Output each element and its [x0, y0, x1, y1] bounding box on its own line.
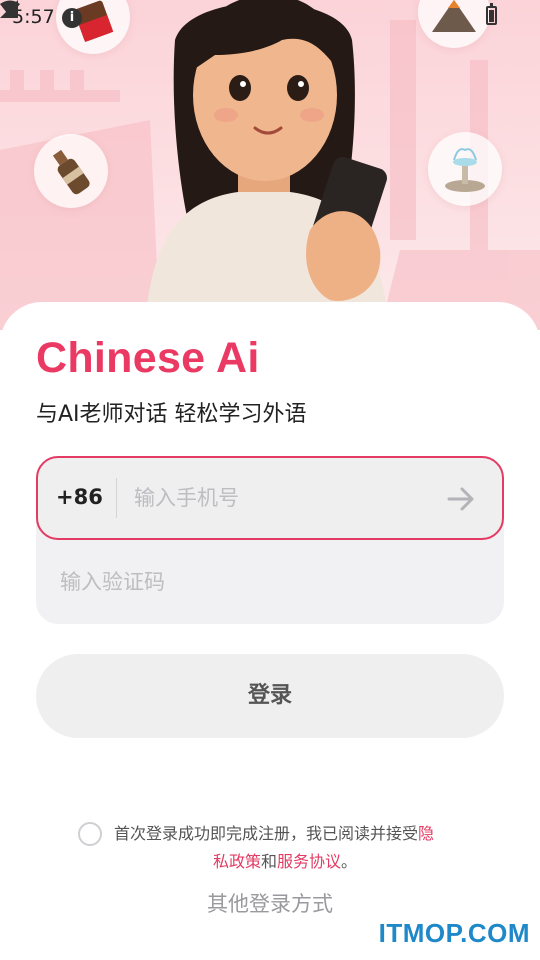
login-card: Chinese Ai 与AI老师对话 轻松学习外语 +86 登录 首次登录成功即…	[0, 302, 540, 960]
divider	[116, 478, 117, 518]
arrow-right-icon[interactable]	[446, 484, 476, 514]
drink-bottle-icon	[52, 149, 90, 195]
login-form: +86	[36, 456, 504, 624]
agreement-text-main: 首次登录成功即完成注册，我已阅读并接受	[114, 824, 419, 843]
country-code-selector[interactable]: +86	[56, 485, 103, 509]
phone-input[interactable]	[134, 478, 434, 518]
privacy-policy-link[interactable]: 私政策	[213, 852, 261, 871]
privacy-policy-link-start[interactable]: 隐	[418, 824, 434, 843]
login-button[interactable]: 登录	[36, 654, 504, 738]
app-subtitle: 与AI老师对话 轻松学习外语	[36, 402, 307, 427]
verification-code-input[interactable]	[60, 562, 480, 602]
phone-field: +86	[36, 456, 504, 540]
info-icon: i	[62, 8, 82, 28]
other-login-link[interactable]: 其他登录方式	[0, 888, 540, 918]
agreement-text: 首次登录成功即完成注册，我已阅读并接受隐 私政策和服务协议。	[114, 820, 480, 876]
fountain-bubble	[428, 132, 502, 206]
service-agreement-link[interactable]: 服务协议	[277, 852, 341, 871]
app-title: Chinese Ai	[36, 334, 260, 382]
agreement-checkbox[interactable]	[78, 822, 102, 846]
fountain-icon	[445, 148, 485, 192]
watermark: ITMOP.COM	[378, 918, 530, 948]
drink-bubble	[34, 134, 108, 208]
signal-icon	[0, 0, 18, 18]
agreement-conjunction: 和	[261, 852, 278, 871]
agreement-period: 。	[341, 852, 358, 871]
hero-banner: 5:57 i	[0, 0, 540, 330]
status-bar: 5:57 i	[0, 0, 540, 36]
battery-icon	[486, 3, 497, 25]
